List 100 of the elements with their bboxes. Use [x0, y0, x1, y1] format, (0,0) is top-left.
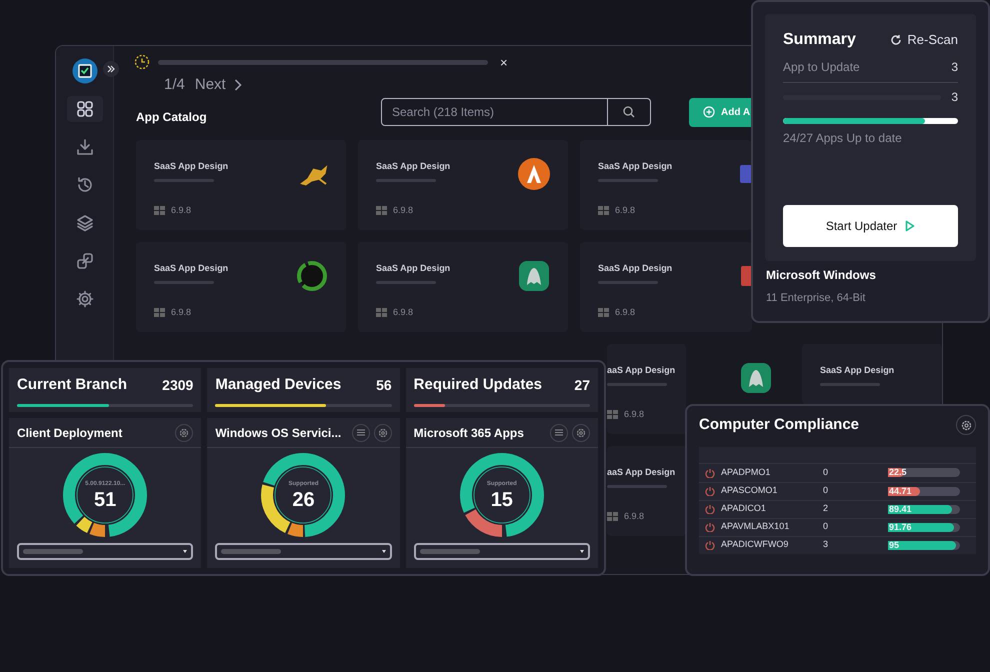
layers-icon	[74, 213, 94, 233]
app-card[interactable]: SaaS App Design 6.9.8	[358, 242, 568, 332]
rescan-button[interactable]: Re-Scan	[890, 30, 958, 50]
device-name: APAVMLABX101	[721, 520, 790, 534]
version-text: 6.9.8	[171, 204, 192, 216]
score-text: 95	[889, 540, 900, 550]
score-text: 91.76	[889, 522, 912, 532]
stat-value: 56	[376, 376, 392, 395]
version-text: 6.9.8	[624, 408, 644, 420]
windows-icon	[154, 308, 165, 317]
count-text: 3	[823, 538, 830, 552]
count-text: 0	[823, 466, 830, 479]
summary-title: Summary	[783, 30, 856, 50]
app-card[interactable]: SaaS App Design	[802, 344, 942, 404]
count-text: 0	[823, 484, 830, 498]
version-text: 6.9.8	[171, 306, 192, 318]
app-card[interactable]: SaaS App Design 6.9.8	[136, 140, 346, 230]
add-button-label: Add A	[721, 106, 750, 120]
link-icon	[74, 251, 94, 271]
settings-icon	[179, 428, 190, 438]
count-text: 3	[951, 89, 958, 106]
power-icon	[705, 468, 715, 478]
os-name: Microsoft Windows	[765, 267, 877, 284]
device-name: APADICO1	[721, 502, 767, 516]
windows-icon	[607, 512, 618, 521]
next-button[interactable]: Next	[194, 74, 242, 96]
arch-icon	[518, 260, 550, 292]
power-icon	[705, 540, 715, 550]
donut-value: 15	[490, 490, 513, 510]
settings-button[interactable]	[572, 424, 590, 442]
stat-title: Current Branch	[17, 375, 128, 395]
dropdown[interactable]	[215, 543, 392, 560]
app-name: SaaS App Design	[376, 160, 452, 173]
settings-icon	[576, 428, 586, 438]
windows-icon	[376, 206, 387, 215]
clock-icon	[134, 54, 150, 70]
settings-icon	[378, 428, 388, 438]
app-card[interactable]: SaaS App Design 6.9.8	[580, 140, 752, 230]
widget-title: Microsoft 365 Apps	[414, 424, 524, 442]
app-card[interactable]: aaS App Design 6.9.8	[607, 344, 686, 434]
menu-icon	[356, 429, 365, 436]
refresh-icon	[890, 34, 902, 46]
app-card[interactable]: aaS App Design 6.9.8	[607, 446, 686, 536]
menu-icon	[554, 429, 563, 436]
app-card[interactable]: SaaS App Design 6.9.8	[358, 140, 568, 230]
device-name: APADPMO1	[721, 466, 772, 479]
power-icon	[705, 522, 715, 532]
stat-value: 27	[574, 376, 590, 395]
app-name: SaaS App Design	[820, 364, 896, 377]
power-icon	[705, 486, 715, 496]
progress-caption: 24/27 Apps Up to date	[783, 130, 903, 147]
menu-button[interactable]	[550, 424, 568, 442]
app-to-update-count: 3	[951, 59, 958, 76]
chevrons-icon	[107, 65, 115, 73]
caret-icon	[382, 550, 386, 553]
chevron-right-icon	[234, 79, 242, 92]
app-name: SaaS App Design	[376, 262, 452, 275]
search-button[interactable]	[608, 98, 651, 126]
donut-value: 26	[292, 490, 315, 510]
app-card[interactable]: SaaS App Design 6.9.8	[580, 242, 752, 332]
app-name: aaS App Design	[607, 466, 676, 479]
app-name: SaaS App Design	[598, 262, 674, 275]
windows-icon	[154, 206, 165, 215]
settings-icon	[74, 289, 94, 309]
sidebar-item[interactable]	[66, 96, 102, 122]
dropdown[interactable]	[17, 543, 194, 560]
letter-circle-icon	[518, 158, 550, 190]
tile-icon	[741, 266, 752, 286]
version-text: 6.9.8	[615, 306, 636, 318]
settings-button[interactable]	[956, 415, 976, 436]
play-icon	[905, 220, 916, 232]
settings-button[interactable]	[175, 424, 194, 442]
settings-button[interactable]	[374, 424, 392, 442]
step-counter: 1/4	[164, 75, 185, 95]
close-button[interactable]: ×	[500, 56, 508, 68]
stat-value: 2309	[162, 376, 194, 395]
widget-title: Windows OS Servici...	[215, 424, 342, 442]
windows-icon	[598, 308, 609, 317]
app-to-update-label: App to Update	[783, 59, 860, 76]
dropdown[interactable]	[414, 543, 590, 560]
windows-icon	[376, 308, 387, 317]
start-updater-button[interactable]: Start Updater	[783, 205, 958, 247]
app-card[interactable]: SaaS App Design 6.9.8	[136, 242, 346, 332]
version-text: 6.9.8	[624, 510, 644, 522]
settings-icon	[960, 420, 972, 431]
device-name: APASCOMO1	[721, 484, 778, 498]
expand-button[interactable]	[103, 61, 119, 77]
device-name: APADICWFWO9	[721, 538, 790, 552]
count-text: 0	[823, 520, 830, 534]
search-field[interactable]: Search (218 Items)	[381, 98, 608, 126]
version-text: 6.9.8	[615, 204, 636, 216]
menu-button[interactable]	[352, 424, 370, 442]
windows-icon	[598, 206, 609, 215]
plus-circle-icon	[703, 106, 715, 118]
stat-title: Required Updates	[414, 375, 542, 395]
grid-icon	[74, 99, 94, 119]
logo-icon	[72, 58, 98, 84]
ring-icon	[296, 260, 328, 292]
app-name: SaaS App Design	[598, 160, 674, 173]
score-text: 44.71	[889, 486, 912, 496]
